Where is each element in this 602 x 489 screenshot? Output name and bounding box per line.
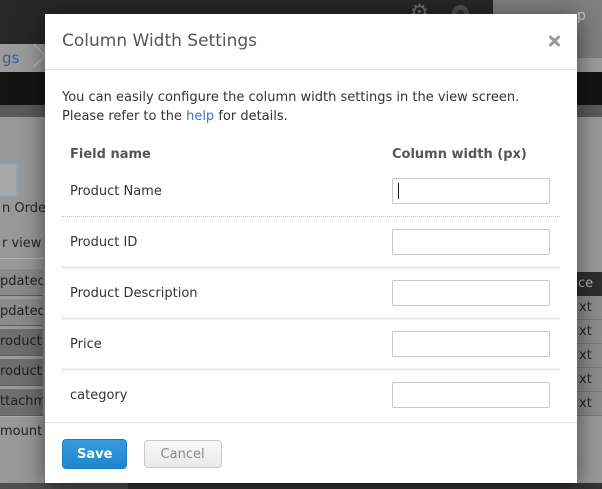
column-width-input[interactable] [392, 280, 550, 306]
field-chip: pdated [0, 298, 43, 326]
field-row: Product Description [62, 268, 560, 319]
help-panel-text-fragment: p [577, 8, 586, 24]
close-icon[interactable] [547, 34, 561, 48]
field-row: category [62, 370, 560, 420]
field-row: Product ID [62, 217, 560, 268]
table-header-fragment: ce [576, 272, 602, 296]
column-width-input[interactable] [392, 382, 550, 408]
dialog-footer: Save Cancel [45, 422, 577, 483]
column-width-input[interactable] [392, 331, 550, 357]
dialog-header: Column Width Settings [45, 14, 577, 70]
table-cell-fragment: xt [576, 320, 602, 344]
input-wrapper [392, 229, 550, 255]
chevron-right-icon [22, 43, 46, 67]
background-text-fragment: r view [2, 236, 41, 251]
input-wrapper [392, 280, 550, 306]
input-wrapper [392, 331, 550, 357]
field-name-header: Field name [70, 147, 392, 162]
column-headers-row: Field name Column width (px) [62, 142, 560, 166]
table-cell-fragment: xt [576, 344, 602, 368]
field-name-label: Product Name [70, 184, 392, 199]
table-cell-fragment: xt [576, 368, 602, 392]
field-row: Price [62, 319, 560, 370]
divider [0, 258, 43, 259]
dialog-title: Column Width Settings [62, 31, 257, 51]
help-link[interactable]: help [186, 109, 214, 124]
field-name-label: Product ID [70, 235, 392, 250]
field-row: Product Name [62, 166, 560, 217]
description-text: for details. [214, 109, 288, 124]
field-chip: pdated [0, 268, 43, 296]
field-name-label: category [70, 388, 392, 403]
field-chip: mount [0, 416, 43, 447]
background-text-fragment: n Orde [2, 201, 46, 216]
cancel-button[interactable]: Cancel [144, 440, 222, 468]
table-cell-fragment: xt [576, 296, 602, 320]
field-name-label: Product Description [70, 286, 392, 301]
input-wrapper [392, 178, 550, 204]
field-name-label: Price [70, 337, 392, 352]
dialog-body: You can easily configure the column widt… [45, 70, 577, 420]
column-width-header: Column width (px) [392, 147, 550, 162]
dialog-description: You can easily configure the column widt… [62, 88, 560, 126]
field-chip: ttachm [0, 388, 43, 416]
column-width-input[interactable] [392, 178, 550, 204]
bottom-bar-segment [0, 483, 128, 489]
input-wrapper [392, 382, 550, 408]
save-button[interactable]: Save [62, 439, 127, 469]
table-cell-fragment: xt [576, 392, 602, 416]
background-input-fragment [0, 163, 18, 197]
column-width-settings-dialog: Column Width Settings You can easily con… [45, 14, 577, 483]
breadcrumb-link[interactable]: gs [2, 49, 19, 67]
field-chip: roduct [0, 358, 43, 386]
description-text: You can easily configure the column widt… [62, 90, 519, 124]
column-width-input[interactable] [392, 229, 550, 255]
field-chip: roduct [0, 328, 43, 356]
screen: ⚙ p gs n Orde r view pdated pdated roduc… [0, 0, 602, 489]
